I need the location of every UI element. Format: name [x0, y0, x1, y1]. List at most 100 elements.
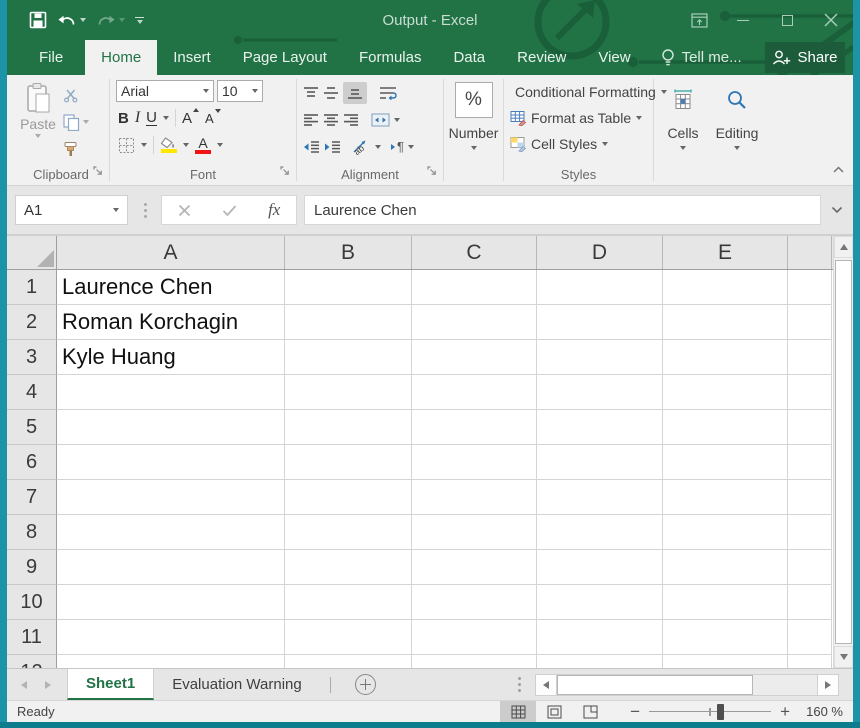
- orientation-button[interactable]: ab: [351, 139, 371, 155]
- cell-D5[interactable]: [537, 410, 663, 445]
- cell-C1[interactable]: [412, 270, 537, 305]
- row-header-7[interactable]: 7: [7, 480, 57, 515]
- editing-caret[interactable]: [734, 146, 740, 150]
- cell-F2[interactable]: [788, 305, 832, 340]
- increase-indent-button[interactable]: [324, 140, 341, 154]
- formula-bar-resize-dots[interactable]: [144, 203, 147, 218]
- cell-B5[interactable]: [285, 410, 412, 445]
- row-header-11[interactable]: 11: [7, 620, 57, 655]
- scroll-left-button[interactable]: [535, 674, 557, 696]
- maximize-button[interactable]: [765, 0, 809, 40]
- sheetbar-resize-dots[interactable]: [518, 677, 521, 692]
- close-button[interactable]: [809, 0, 853, 40]
- ribbon-tab-home[interactable]: Home: [85, 40, 157, 75]
- row-header-9[interactable]: 9: [7, 550, 57, 585]
- cell-F8[interactable]: [788, 515, 832, 550]
- column-header-E[interactable]: E: [663, 236, 788, 269]
- cell-A4[interactable]: [57, 375, 285, 410]
- cell-C2[interactable]: [412, 305, 537, 340]
- cancel-icon[interactable]: [178, 204, 191, 217]
- cell-styles-button[interactable]: Cell Styles: [506, 131, 651, 157]
- horizontal-scrollbar-thumb[interactable]: [557, 675, 753, 695]
- cell-A1[interactable]: Laurence Chen: [57, 270, 285, 305]
- align-top-button[interactable]: [303, 86, 319, 100]
- formula-bar-expand-button[interactable]: [821, 206, 853, 214]
- font-dialog-launcher[interactable]: [280, 163, 290, 181]
- cell-A9[interactable]: [57, 550, 285, 585]
- scroll-up-button[interactable]: [834, 236, 853, 258]
- cell-D3[interactable]: [537, 340, 663, 375]
- cell-F9[interactable]: [788, 550, 832, 585]
- editing-button[interactable]: [726, 83, 748, 117]
- cell-E12[interactable]: [663, 655, 788, 668]
- cell-F5[interactable]: [788, 410, 832, 445]
- cell-C7[interactable]: [412, 480, 537, 515]
- share-button[interactable]: Share: [765, 42, 845, 73]
- page-break-preview-button[interactable]: [572, 701, 608, 722]
- row-header-12[interactable]: 12: [7, 655, 57, 668]
- ribbon-display-options-button[interactable]: [677, 0, 721, 40]
- cell-E4[interactable]: [663, 375, 788, 410]
- fill-color-caret[interactable]: [183, 143, 189, 147]
- cell-D11[interactable]: [537, 620, 663, 655]
- cells-caret[interactable]: [680, 146, 686, 150]
- cell-D10[interactable]: [537, 585, 663, 620]
- fill-color-button[interactable]: [160, 137, 177, 153]
- cell-D6[interactable]: [537, 445, 663, 480]
- row-header-5[interactable]: 5: [7, 410, 57, 445]
- cell-E8[interactable]: [663, 515, 788, 550]
- column-header-D[interactable]: D: [537, 236, 663, 269]
- cell-B2[interactable]: [285, 305, 412, 340]
- name-box-caret[interactable]: [113, 208, 119, 212]
- cell-F1[interactable]: [788, 270, 832, 305]
- text-direction-caret[interactable]: [408, 145, 414, 149]
- cell-E3[interactable]: [663, 340, 788, 375]
- scroll-down-button[interactable]: [834, 646, 853, 668]
- cut-button[interactable]: [61, 84, 89, 106]
- row-header-4[interactable]: 4: [7, 375, 57, 410]
- previous-sheet-button[interactable]: [21, 681, 27, 689]
- borders-caret[interactable]: [141, 143, 147, 147]
- cell-F3[interactable]: [788, 340, 832, 375]
- cell-B4[interactable]: [285, 375, 412, 410]
- number-group-button-label[interactable]: Number: [449, 125, 499, 141]
- align-left-button[interactable]: [303, 113, 319, 127]
- cell-A3[interactable]: Kyle Huang: [57, 340, 285, 375]
- name-box[interactable]: A1: [15, 195, 128, 225]
- ribbon-tab-file[interactable]: File: [17, 40, 85, 75]
- copy-button[interactable]: [61, 111, 89, 133]
- merge-center-caret[interactable]: [394, 118, 400, 122]
- cell-F6[interactable]: [788, 445, 832, 480]
- align-bottom-button[interactable]: [343, 82, 367, 104]
- scroll-right-button[interactable]: [817, 674, 839, 696]
- minimize-button[interactable]: [721, 0, 765, 40]
- text-direction-button[interactable]: ¶: [391, 139, 404, 154]
- cell-C3[interactable]: [412, 340, 537, 375]
- cell-F4[interactable]: [788, 375, 832, 410]
- row-header-1[interactable]: 1: [7, 270, 57, 305]
- ribbon-tab-insert[interactable]: Insert: [157, 40, 227, 75]
- cell-E5[interactable]: [663, 410, 788, 445]
- font-name-combobox[interactable]: Arial: [116, 80, 214, 102]
- decrease-font-size-button[interactable]: A: [205, 111, 221, 126]
- cell-C9[interactable]: [412, 550, 537, 585]
- percent-style-button[interactable]: %: [455, 82, 493, 118]
- cell-B6[interactable]: [285, 445, 412, 480]
- formula-bar-input[interactable]: Laurence Chen: [304, 195, 821, 225]
- horizontal-scrollbar-track[interactable]: [557, 674, 817, 696]
- cell-C8[interactable]: [412, 515, 537, 550]
- italic-button[interactable]: I: [135, 109, 140, 127]
- cell-C10[interactable]: [412, 585, 537, 620]
- tell-me-box[interactable]: Tell me...: [647, 40, 756, 75]
- cell-B10[interactable]: [285, 585, 412, 620]
- cells-label[interactable]: Cells: [667, 125, 698, 141]
- underline-button[interactable]: U: [146, 110, 157, 126]
- cell-A10[interactable]: [57, 585, 285, 620]
- cell-B1[interactable]: [285, 270, 412, 305]
- cell-C6[interactable]: [412, 445, 537, 480]
- vertical-scrollbar-thumb[interactable]: [835, 260, 852, 644]
- cell-E7[interactable]: [663, 480, 788, 515]
- normal-view-button[interactable]: [500, 701, 536, 722]
- collapse-ribbon-button[interactable]: [832, 161, 845, 179]
- cell-D2[interactable]: [537, 305, 663, 340]
